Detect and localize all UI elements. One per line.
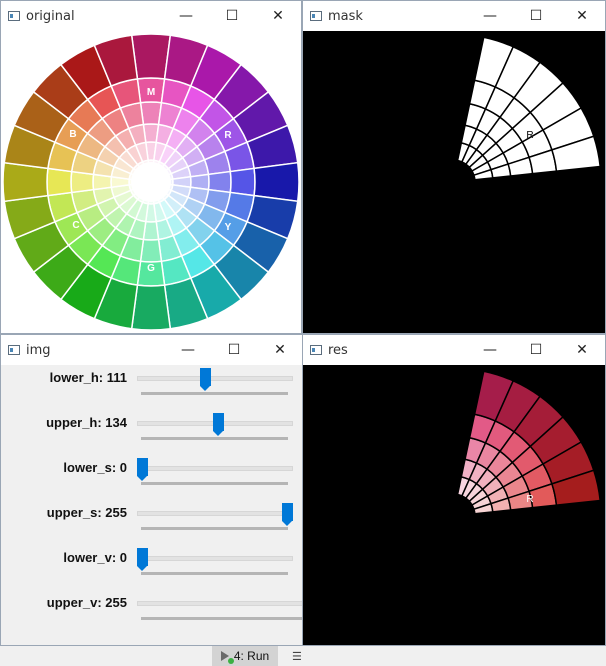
original-window: original — ☐ ✕ M R Y G C B [0,0,302,334]
mask-image: R [456,36,602,181]
maximize-icon[interactable]: ☐ [513,1,559,31]
close-icon[interactable]: ✕ [559,335,605,365]
trackbar-thumb[interactable] [137,458,148,481]
trackbar-track[interactable] [137,556,293,561]
wheel-label-m: M [147,87,155,98]
trackbar-tick-line [141,527,288,530]
window-app-icon [310,345,322,355]
window-app-icon [8,11,20,21]
close-icon[interactable]: ✕ [559,1,605,31]
window-title: res [328,342,348,358]
res-label-r: R [526,494,533,505]
trackbar-label: upper_h: 134 [46,415,127,430]
trackbar-lower-h: lower_h: 111 [1,365,303,410]
trackbar-tick-line [141,572,288,575]
color-wheel: M R Y G C B [2,33,300,331]
trackbar-upper-v: upper_v: 255 [1,590,303,635]
minimize-icon[interactable]: — [467,335,513,365]
run-button-label: 4: Run [233,649,270,663]
minimize-icon[interactable]: — [165,335,211,365]
maximize-icon[interactable]: ☐ [209,1,255,31]
mask-window: mask — ☐ ✕ R [302,0,606,334]
trackbar-upper-s: upper_s: 255 [1,500,303,545]
trackbar-panel: lower_h: 111 upper_h: 134 lower_s: 0 upp… [1,365,303,645]
run-button[interactable]: 4: Run [212,646,278,666]
minimize-icon[interactable]: — [163,1,209,31]
mask-canvas: R [303,31,605,333]
trackbar-label: lower_h: 111 [49,370,127,385]
trackbar-label: upper_v: 255 [46,595,127,610]
mask-titlebar[interactable]: mask — ☐ ✕ [303,1,605,31]
trackbar-lower-s: lower_s: 0 [1,455,303,500]
res-canvas: R [303,365,605,645]
trackbar-upper-h: upper_h: 134 [1,410,303,455]
trackbar-tick-line [141,617,303,620]
wheel-segment [130,284,172,331]
trackbar-thumb[interactable] [137,548,148,571]
wheel-segment [229,167,256,197]
img-window: img — ☐ ✕ lower_h: 111 upper_h: 134 lowe… [0,334,304,646]
menu-icon[interactable]: ☰ [292,650,302,663]
window-title: original [26,8,75,24]
wheel-segment [130,33,172,80]
trackbar-thumb[interactable] [200,368,212,391]
maximize-icon[interactable]: ☐ [211,335,257,365]
trackbar-track[interactable] [137,466,293,471]
trackbar-track[interactable] [137,511,293,516]
img-titlebar[interactable]: img — ☐ ✕ [1,335,303,365]
trackbar-tick-line [141,482,288,485]
trackbar-lower-v: lower_v: 0 [1,545,303,590]
res-window: res — ☐ ✕ R [302,334,606,646]
wheel-label-c: C [72,220,79,231]
trackbar-tick-line [141,392,288,395]
original-canvas: M R Y G C B [1,31,301,333]
window-app-icon [310,11,322,21]
trackbar-tick-line [141,437,288,440]
wheel-label-g: G [147,263,155,274]
close-icon[interactable]: ✕ [255,1,301,31]
wheel-label-b: B [69,129,76,140]
trackbar-label: lower_v: 0 [63,550,127,565]
mask-label-r: R [526,130,533,141]
wheel-segment [253,161,300,203]
maximize-icon[interactable]: ☐ [513,335,559,365]
original-titlebar[interactable]: original — ☐ ✕ [1,1,301,31]
running-indicator-icon [228,658,234,664]
minimize-icon[interactable]: — [467,1,513,31]
wheel-segment [2,161,49,203]
window-title: mask [328,8,363,24]
res-titlebar[interactable]: res — ☐ ✕ [303,335,605,365]
trackbar-thumb[interactable] [282,503,293,526]
trackbar-track[interactable] [137,601,303,606]
wheel-label-r: R [224,130,232,141]
wheel-center [131,162,171,202]
window-title: img [26,342,51,358]
wheel-label-y: Y [225,222,232,233]
trackbar-thumb[interactable] [213,413,225,436]
wheel-segment [46,167,73,197]
ide-run-bar: 4: Run ☰ [0,646,606,666]
close-icon[interactable]: ✕ [257,335,303,365]
trackbar-label: upper_s: 255 [46,505,127,520]
window-app-icon [8,345,20,355]
trackbar-track[interactable] [137,376,293,381]
trackbar-label: lower_s: 0 [63,460,127,475]
result-image: R [456,370,602,515]
